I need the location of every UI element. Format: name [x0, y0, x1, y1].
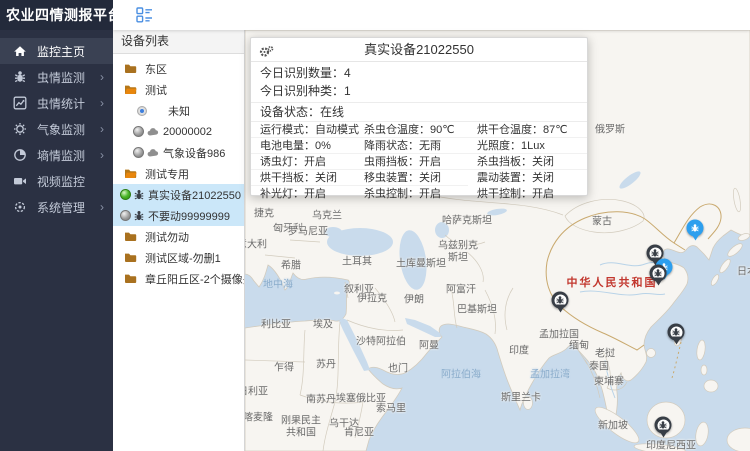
popup-stats: 今日识别数量：4 今日识别种类：1	[251, 62, 587, 103]
tree-device-unknown[interactable]: 未知	[113, 100, 244, 121]
device-list-title: 设备列表	[113, 30, 244, 54]
popup-field: 虫雨挡板：开启	[355, 154, 468, 170]
chevron-right-icon: ›	[100, 97, 104, 109]
popup-field: 烘干控制：开启	[468, 186, 587, 202]
tree-folder-test-region[interactable]: 测试区域-勿删1	[113, 247, 244, 268]
device-marker-pin[interactable]	[552, 292, 569, 309]
bug-device-icon	[133, 189, 145, 201]
topbar	[113, 0, 750, 30]
popup-field: 光照度：1Lux	[468, 138, 587, 154]
bug-device-icon	[133, 210, 145, 222]
popup-field: 移虫装置：关闭	[355, 170, 468, 186]
app-title: 农业四情测报平台	[0, 0, 113, 30]
device-info-popup: 真实设备21022550 今日识别数量：4 今日识别种类：1 设备状态：在线 运…	[250, 37, 588, 196]
device-marker-pin[interactable]	[668, 324, 685, 341]
bug-icon	[652, 267, 664, 279]
sidebar-item-weather-monitor[interactable]: 气象监测 ›	[0, 116, 113, 142]
weather-device-icon	[147, 148, 159, 157]
sidebar-item-insect-monitor[interactable]: 虫情监测 ›	[0, 64, 113, 90]
content: 俄罗斯蒙古中华人民共和国日本捷克乌克兰匈牙利罗马尼亚意大利希腊土耳其地中海叙利亚…	[113, 30, 750, 451]
offline-status-icon	[133, 147, 144, 158]
device-list-panel: 设备列表 东区 测试 未知 20000002	[113, 30, 245, 451]
online-status-icon	[120, 189, 131, 200]
weather-gauge-icon	[13, 122, 27, 136]
bug-icon	[657, 419, 669, 431]
bug-icon	[554, 294, 566, 306]
tree-device-weather986[interactable]: 气象设备986	[113, 142, 244, 163]
popup-field: 烘干挡板：关闭	[251, 170, 355, 186]
offline-status-icon	[120, 210, 131, 221]
device-marker-pin[interactable]	[655, 417, 672, 434]
popup-field: 降雨状态：无雨	[355, 138, 468, 154]
folder-closed-icon	[124, 252, 137, 263]
popup-field: 诱虫灯：开启	[251, 154, 355, 170]
popup-field: 震动装置：关闭	[468, 170, 587, 186]
sidebar: 农业四情测报平台 监控主页 虫情监测 › 虫情统计 › 气象监测 ›	[0, 0, 113, 451]
sidebar-item-system-settings[interactable]: 系统管理 ›	[0, 194, 113, 220]
popup-field: 杀虫挡板：关闭	[468, 154, 587, 170]
chevron-right-icon: ›	[100, 201, 104, 213]
offline-status-icon	[133, 126, 144, 137]
popup-fields-grid: 运行模式：自动模式杀虫仓温度：90℃烘干仓温度：87℃ 电池电量：0%降雨状态：无…	[251, 122, 587, 202]
weather-device-icon	[147, 127, 159, 136]
bug-icon	[670, 326, 682, 338]
tree-device-donttouch[interactable]: 不要动99999999	[113, 205, 244, 226]
chevron-right-icon: ›	[100, 71, 104, 83]
tree-folder-east[interactable]: 东区	[113, 58, 244, 79]
popup-title-bar: 真实设备21022550	[251, 38, 587, 62]
video-camera-icon	[13, 174, 27, 188]
device-marker-pin[interactable]	[650, 265, 667, 282]
chevron-right-icon: ›	[100, 123, 104, 135]
settings-gears-icon[interactable]	[259, 43, 274, 57]
tree-folder-test-notouch[interactable]: 测试勿动	[113, 226, 244, 247]
bug-icon	[13, 70, 27, 84]
popup-stat-species: 今日识别种类：1	[251, 82, 587, 100]
app-window: 农业四情测报平台 监控主页 虫情监测 › 虫情统计 › 气象监测 ›	[0, 0, 750, 451]
radio-status-icon	[137, 106, 147, 116]
bug-icon	[649, 247, 661, 259]
popup-device-title: 真实设备21022550	[364, 42, 474, 57]
tree-device-real-21022550[interactable]: 真实设备21022550	[113, 184, 244, 205]
tree-folder-zhangqiu[interactable]: 章丘阳丘区-2个摄像头	[113, 268, 244, 289]
popup-field: 运行模式：自动模式	[251, 122, 355, 138]
sidebar-item-soil-monitor[interactable]: 墒情监测 ›	[0, 142, 113, 168]
popup-field: 杀虫仓温度：90℃	[355, 122, 468, 138]
folder-closed-icon	[124, 273, 137, 284]
panel-toggle-icon[interactable]	[136, 7, 153, 23]
folder-closed-icon	[124, 63, 137, 74]
folder-open-icon	[124, 84, 137, 95]
device-marker-pin[interactable]	[687, 220, 704, 237]
soil-pie-icon	[13, 148, 27, 162]
sidebar-item-monitor-home[interactable]: 监控主页	[0, 38, 113, 64]
bug-icon	[689, 222, 701, 234]
popup-field: 电池电量：0%	[251, 138, 355, 154]
popup-device-status: 设备状态：在线	[251, 103, 587, 122]
popup-field: 杀虫控制：开启	[355, 186, 468, 202]
gear-icon	[13, 200, 27, 214]
popup-stat-count: 今日识别数量：4	[251, 64, 587, 82]
tree-device-20000002[interactable]: 20000002	[113, 121, 244, 142]
folder-open-icon	[124, 168, 137, 179]
sidebar-menu: 监控主页 虫情监测 › 虫情统计 › 气象监测 › 墒情监测 ›	[0, 30, 113, 220]
home-icon	[13, 44, 27, 58]
device-tree: 东区 测试 未知 20000002	[113, 54, 244, 289]
folder-closed-icon	[124, 231, 137, 242]
tree-folder-test[interactable]: 测试	[113, 79, 244, 100]
popup-field: 烘干仓温度：87℃	[468, 122, 587, 138]
sidebar-item-video-monitor[interactable]: 视频监控	[0, 168, 113, 194]
popup-field: 补光灯：开启	[251, 186, 355, 202]
chart-icon	[13, 96, 27, 110]
sidebar-item-insect-stats[interactable]: 虫情统计 ›	[0, 90, 113, 116]
chevron-right-icon: ›	[100, 149, 104, 161]
tree-folder-test-special[interactable]: 测试专用	[113, 163, 244, 184]
